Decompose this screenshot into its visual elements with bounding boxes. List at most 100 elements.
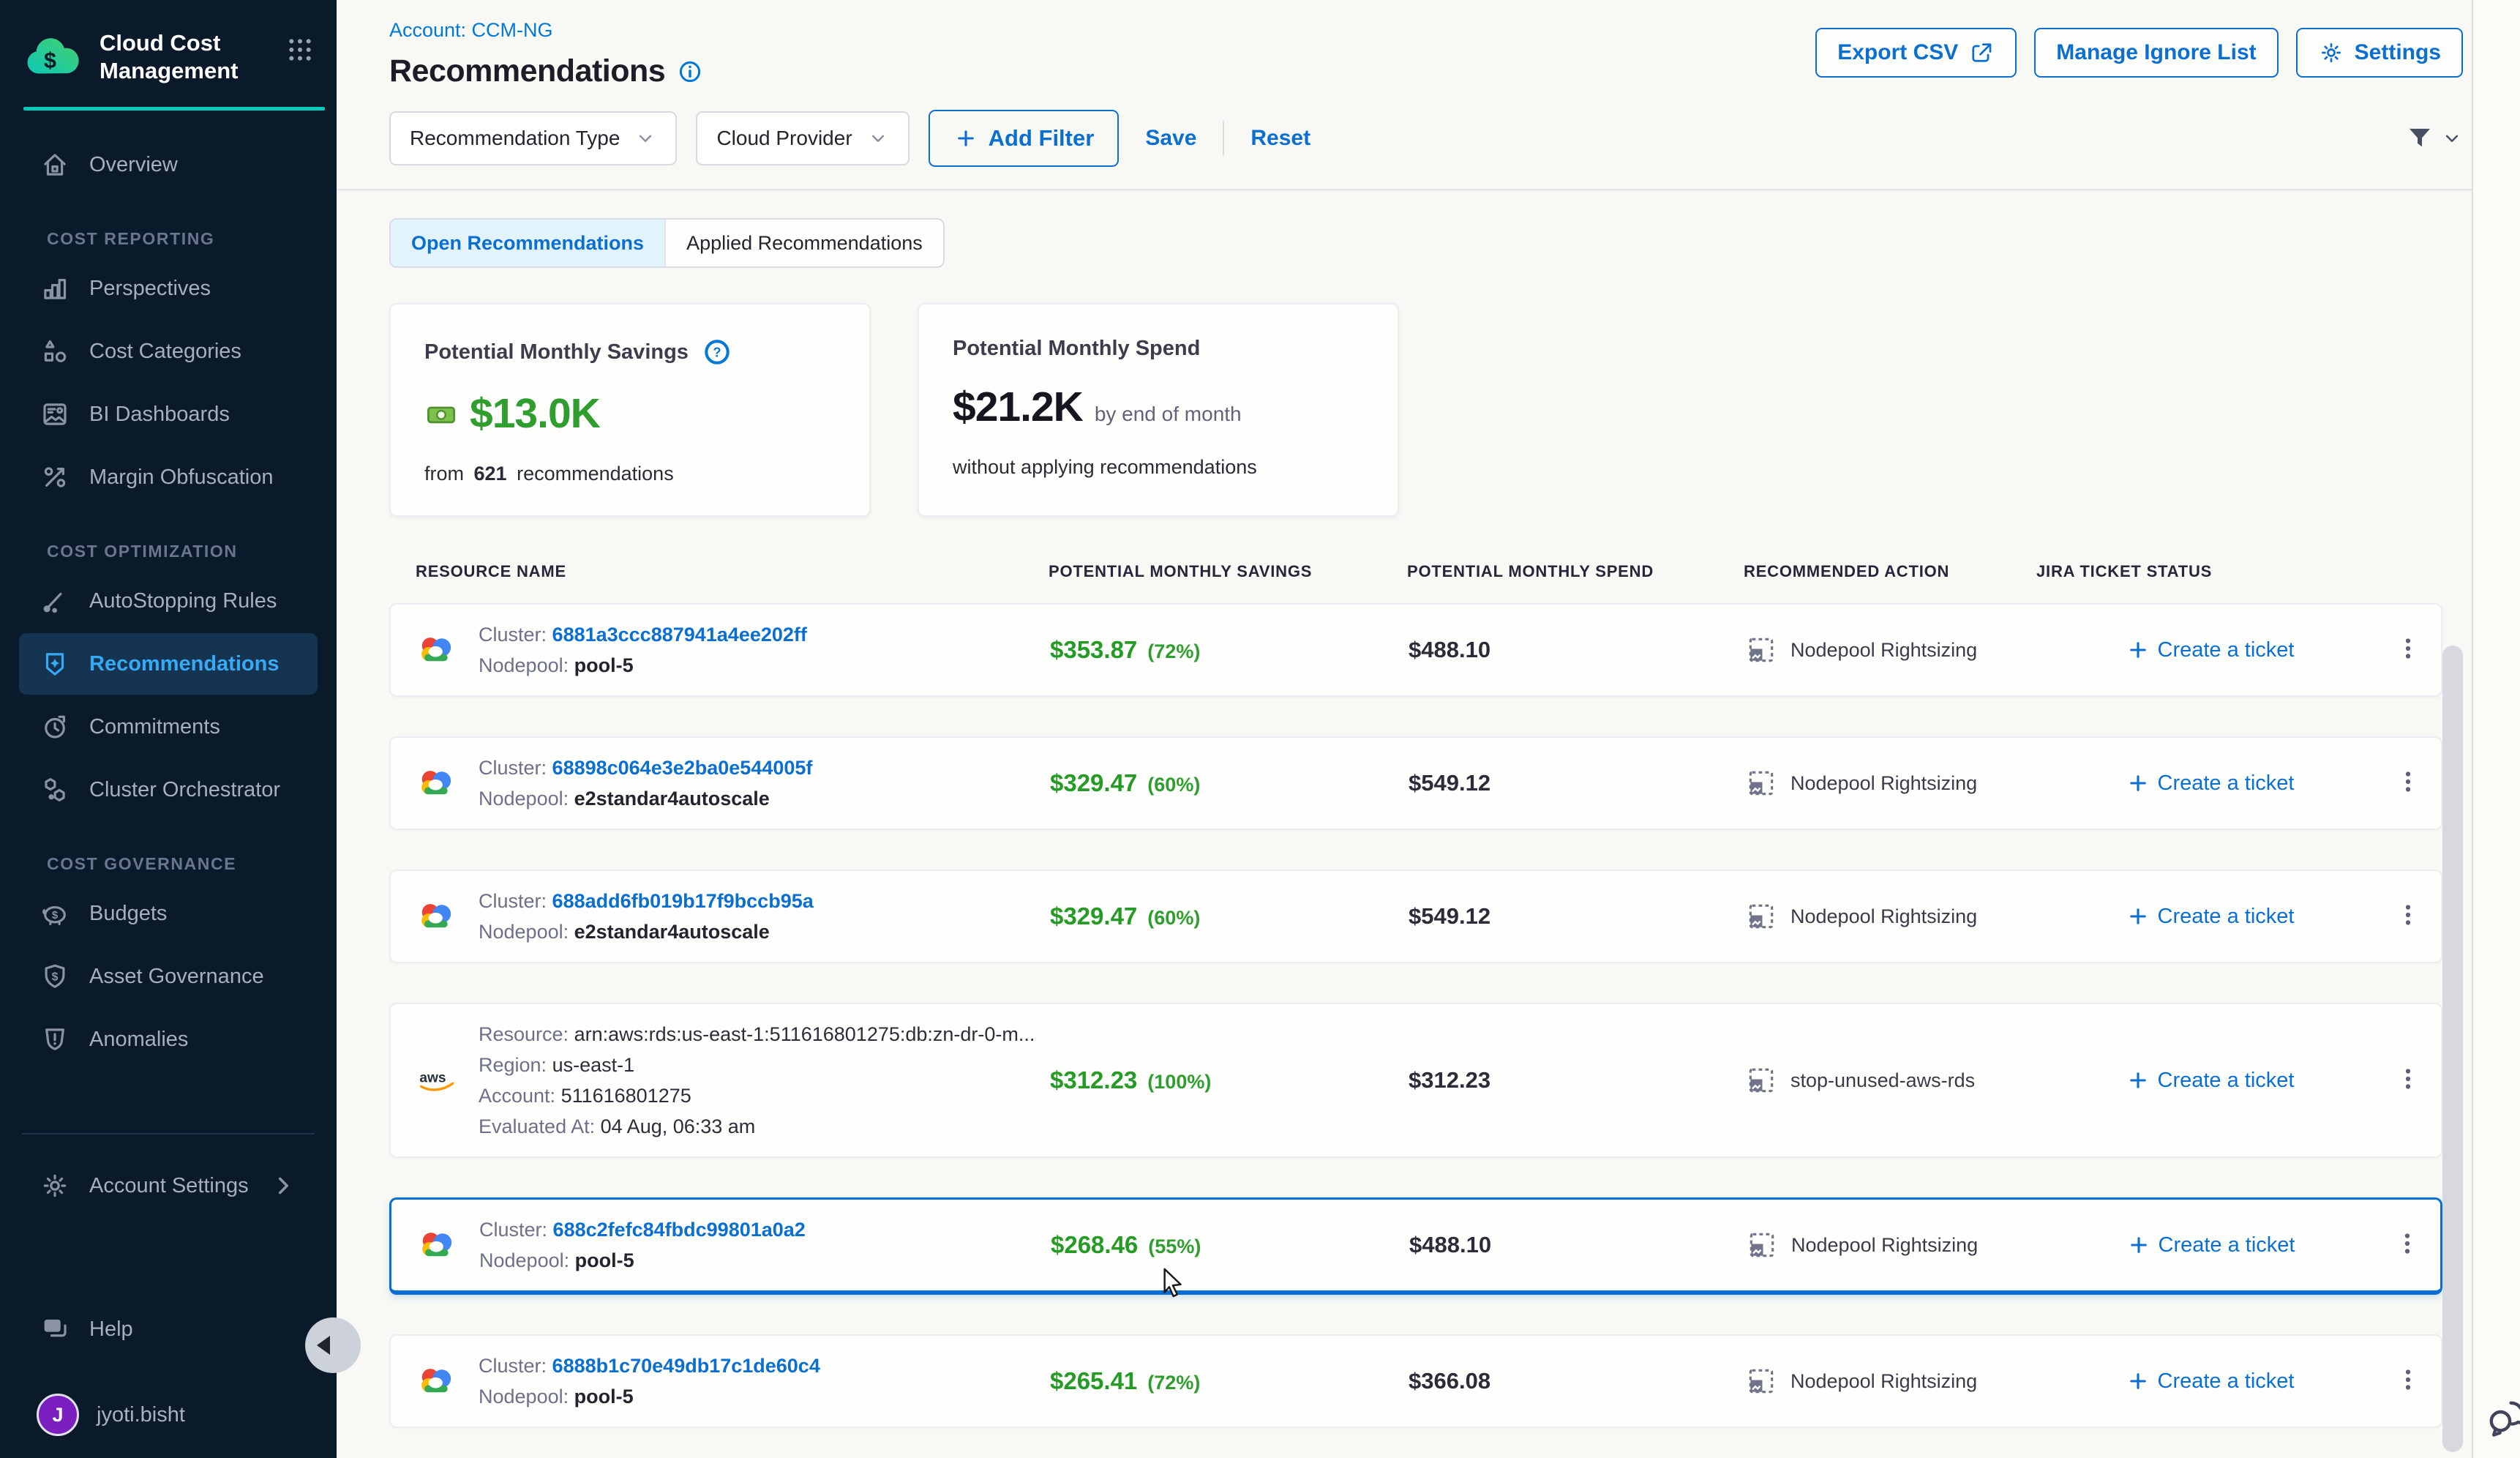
support-chat-icon[interactable] [2485, 1395, 2520, 1444]
resource-detail: us-east-1 [552, 1054, 635, 1076]
manage-ignore-list-button[interactable]: Manage Ignore List [2034, 28, 2278, 78]
sidebar-section-cost-reporting: COST REPORTING [47, 229, 337, 249]
filter-divider [1223, 121, 1224, 156]
sidebar-nav: Overview COST REPORTING Perspectives Cost… [0, 111, 337, 1072]
row-menu-kebab[interactable] [2394, 1366, 2426, 1397]
column-header-potential-monthly-savings[interactable]: POTENTIAL MONTHLY SAVINGS [1049, 562, 1407, 581]
table-row[interactable]: Cluster: 68898c064e3e2ba0e544005fNodepoo… [389, 736, 2442, 830]
sidebar-item-commitments[interactable]: Commitments [19, 696, 318, 758]
resource-detail: pool-5 [574, 654, 634, 676]
save-filter-button[interactable]: Save [1145, 126, 1196, 151]
resource-cell: Cluster: 688c2fefc84fbdc99801a0a2Nodepoo… [418, 1214, 1051, 1276]
sidebar-item-label: Asset Governance [89, 965, 264, 989]
chevron-down-icon [634, 127, 656, 149]
sidebar-item-label: Anomalies [89, 1028, 188, 1052]
spend-card-title: Potential Monthly Spend [953, 337, 1200, 361]
sidebar-item-label: Help [89, 1317, 133, 1342]
row-menu-kebab[interactable] [2394, 768, 2426, 799]
create-ticket-button[interactable]: Create a ticket [2038, 1369, 2382, 1394]
info-icon[interactable] [677, 59, 703, 85]
row-menu-kebab[interactable] [2394, 1065, 2426, 1096]
gcp-logo-icon [418, 1225, 457, 1265]
create-ticket-button[interactable]: Create a ticket [2039, 1233, 2382, 1257]
filter-panel-toggle[interactable] [2404, 123, 2463, 154]
cluster-link[interactable]: 68898c064e3e2ba0e544005f [552, 757, 813, 779]
create-ticket-button[interactable]: Create a ticket [2038, 771, 2382, 796]
sidebar-item-bi-dashboards[interactable]: BI Dashboards [19, 384, 318, 445]
column-header-jira-ticket-status[interactable]: JIRA TICKET STATUS [2036, 562, 2380, 581]
savings-cell: $265.41(72%) [1050, 1367, 1409, 1395]
svg-text:aws: aws [419, 1070, 446, 1085]
export-csv-button[interactable]: Export CSV [1815, 28, 2017, 78]
sidebar-item-budgets[interactable]: $Budgets [19, 883, 318, 944]
user-profile[interactable]: J jyoti.bisht [19, 1394, 318, 1436]
money-icon [424, 397, 458, 430]
sidebar-item-perspectives[interactable]: Perspectives [19, 258, 318, 319]
cluster-link[interactable]: 6881a3ccc887941a4ee202ff [552, 624, 807, 646]
row-menu-kebab[interactable] [2394, 901, 2426, 932]
scrollbar-thumb[interactable] [2442, 646, 2463, 1452]
breadcrumb-account-link[interactable]: Account: CCM-NG [389, 19, 703, 42]
create-ticket-button[interactable]: Create a ticket [2038, 904, 2382, 929]
cloud-provider-dropdown[interactable]: Cloud Provider [696, 111, 909, 165]
svg-text:$: $ [52, 910, 59, 921]
sidebar-item-autostopping-rules[interactable]: AutoStopping Rules [19, 570, 318, 632]
column-header-resource-name[interactable]: RESOURCE NAME [416, 562, 1049, 581]
spend-value: $21.2K [953, 383, 1083, 431]
sidebar-collapse-button[interactable] [305, 1317, 361, 1373]
sidebar-item-recommendations[interactable]: Recommendations [19, 633, 318, 695]
sidebar-item-label: Overview [89, 153, 178, 177]
sidebar-item-asset-governance[interactable]: $Asset Governance [19, 946, 318, 1007]
external-icon [1968, 40, 1995, 66]
mouse-cursor [1162, 1268, 1187, 1302]
resource-cell: Cluster: 68898c064e3e2ba0e544005fNodepoo… [417, 752, 1050, 814]
table-row[interactable]: Cluster: 6888b1c70e49db17c1de60c4Nodepoo… [389, 1334, 2442, 1428]
sidebar: $ Cloud Cost Management Overview COST REP… [0, 0, 337, 1458]
potential-monthly-spend-card: Potential Monthly Spend $21.2K by end of… [918, 303, 1399, 517]
spend-cell: $549.12 [1409, 903, 1745, 930]
table-row[interactable]: Cluster: 6881a3ccc887941a4ee202ffNodepoo… [389, 603, 2442, 697]
tab-open-recommendations[interactable]: Open Recommendations [391, 220, 666, 266]
app-title: Cloud Cost Management [100, 26, 268, 85]
plus-icon [2126, 904, 2150, 929]
recommendation-type-dropdown[interactable]: Recommendation Type [389, 111, 677, 165]
page-header: Account: CCM-NG Recommendations Export C… [337, 0, 2520, 89]
chart-bar-icon [40, 273, 70, 304]
recommended-action-cell: Nodepool Rightsizing [1745, 767, 2038, 799]
tab-applied-recommendations[interactable]: Applied Recommendations [666, 220, 943, 266]
plus-icon [2126, 638, 2150, 662]
plus-icon [2126, 1369, 2150, 1394]
spend-cell: $366.08 [1409, 1368, 1745, 1394]
settings-button[interactable]: Settings [2296, 28, 2463, 78]
column-header-potential-monthly-spend[interactable]: POTENTIAL MONTHLY SPEND [1407, 562, 1744, 581]
create-ticket-button[interactable]: Create a ticket [2038, 1068, 2382, 1093]
add-filter-button[interactable]: Add Filter [929, 110, 1120, 167]
table-row[interactable]: Cluster: 688add6fb019b17f9bccb95aNodepoo… [389, 870, 2442, 963]
savings-cell: $353.87(72%) [1050, 636, 1409, 664]
page-title: Recommendations [389, 53, 665, 89]
sidebar-item-cost-categories[interactable]: Cost Categories [19, 321, 318, 382]
sidebar-section-cost-optimization: COST OPTIMIZATION [47, 542, 337, 561]
sidebar-item-overview[interactable]: Overview [19, 134, 318, 195]
sidebar-item-anomalies[interactable]: Anomalies [19, 1009, 318, 1070]
recommended-action-cell: Nodepool Rightsizing [1745, 900, 2038, 932]
cluster-link[interactable]: 688add6fb019b17f9bccb95a [552, 890, 814, 912]
cluster-link[interactable]: 6888b1c70e49db17c1de60c4 [552, 1355, 820, 1377]
row-menu-kebab[interactable] [2393, 1230, 2426, 1261]
recommend-icon [40, 648, 70, 679]
table-row[interactable]: Cluster: 688c2fefc84fbdc99801a0a2Nodepoo… [389, 1197, 2442, 1295]
cluster-link[interactable]: 688c2fefc84fbdc99801a0a2 [553, 1219, 806, 1241]
create-ticket-button[interactable]: Create a ticket [2038, 638, 2382, 662]
column-header-recommended-action[interactable]: RECOMMENDED ACTION [1744, 562, 2036, 581]
reset-filter-button[interactable]: Reset [1250, 126, 1310, 151]
sidebar-item-help[interactable]: ? Help [19, 1298, 318, 1360]
spend-cell: $488.10 [1409, 1232, 1746, 1258]
question-icon[interactable]: ? [702, 337, 732, 367]
table-row[interactable]: awsResource: arn:aws:rds:us-east-1:51161… [389, 1003, 2442, 1158]
spend-cell: $549.12 [1409, 770, 1745, 796]
app-grid-icon[interactable] [285, 35, 315, 64]
sidebar-item-margin-obfuscation[interactable]: Margin Obfuscation [19, 446, 318, 508]
sidebar-item-cluster-orchestrator[interactable]: Cluster Orchestrator [19, 759, 318, 820]
row-menu-kebab[interactable] [2394, 635, 2426, 666]
sidebar-item-account-settings[interactable]: Account Settings [19, 1155, 318, 1216]
